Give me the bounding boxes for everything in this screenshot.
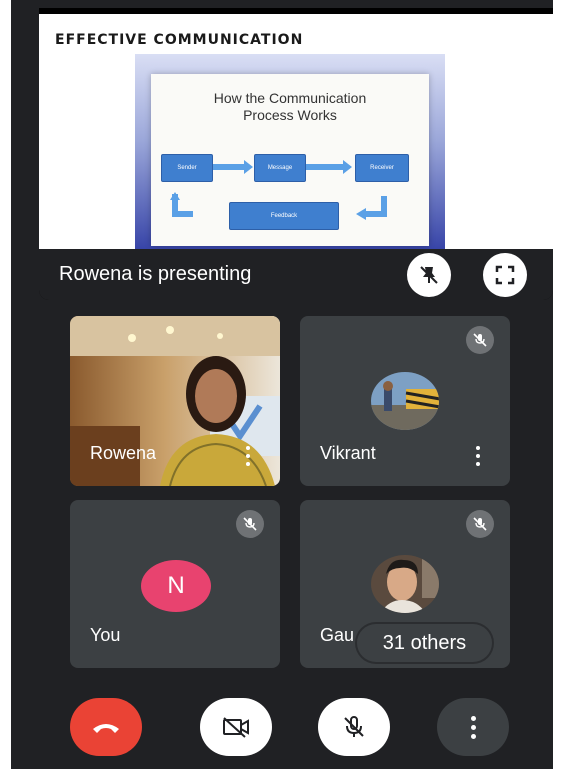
mic-off-badge: [466, 510, 494, 538]
arrow-head-1: [244, 160, 253, 174]
presentation-card[interactable]: EFFECTIVE COMMUNICATION How the Communic…: [39, 8, 553, 300]
feedback-arrow-right-icon: [356, 196, 387, 220]
mic-off-icon: [473, 333, 487, 347]
arrow-message-receiver: [306, 164, 344, 170]
vikrant-avatar: [371, 372, 439, 430]
receiver-box: Receiver: [355, 154, 409, 182]
slide-title: How the Communication Process Works: [151, 90, 429, 124]
participant-tile-you[interactable]: N You: [70, 500, 280, 668]
feedback-box: Feedback: [229, 202, 339, 230]
participant-name: Vikrant: [320, 443, 376, 463]
slide-title-line1: How the Communication: [213, 90, 367, 106]
shared-slide: EFFECTIVE COMMUNICATION How the Communic…: [39, 14, 553, 249]
presenting-bar: Rowena is presenting: [39, 249, 553, 300]
unpin-button[interactable]: [407, 253, 451, 297]
participant-name: You: [90, 625, 121, 645]
fullscreen-icon: [495, 265, 515, 285]
mic-off-badge: [466, 326, 494, 354]
more-options-icon[interactable]: [476, 446, 480, 466]
more-vertical-icon: [470, 715, 476, 739]
others-count-badge[interactable]: 31 others: [357, 624, 492, 662]
slide-title-line2: Process Works: [243, 107, 337, 123]
sender-box: Sender: [161, 154, 213, 182]
gaurav-avatar: [371, 555, 439, 613]
pin-off-icon: [420, 266, 438, 284]
mic-off-icon: [473, 517, 487, 531]
arrow-head-2: [343, 160, 352, 174]
feedback-arrow-left-icon: [170, 192, 193, 217]
end-call-button[interactable]: [70, 698, 142, 756]
slide-header: EFFECTIVE COMMUNICATION: [55, 32, 304, 48]
mic-off-icon: [243, 517, 257, 531]
presenting-label: Rowena is presenting: [59, 263, 252, 285]
participant-name: Gau: [320, 625, 355, 645]
avatar: N: [141, 560, 211, 612]
meeting-screen: EFFECTIVE COMMUNICATION How the Communic…: [11, 0, 553, 769]
fullscreen-button[interactable]: [483, 253, 527, 297]
mic-off-icon: [344, 716, 364, 737]
participant-tile-vikrant[interactable]: Vikrant: [300, 316, 510, 486]
camera-toggle-button[interactable]: [200, 698, 272, 756]
slide-frame: How the Communication Process Works Send…: [135, 54, 445, 249]
participant-name: Rowena: [90, 443, 157, 463]
arrow-sender-message: [213, 164, 245, 170]
phone-hangup-icon: [93, 724, 119, 733]
camera-off-icon: [223, 717, 249, 738]
mic-toggle-button[interactable]: [318, 698, 390, 756]
more-options-icon[interactable]: [246, 446, 250, 466]
participant-tile-rowena[interactable]: Rowena: [70, 316, 280, 486]
mic-off-badge: [236, 510, 264, 538]
slide-content: How the Communication Process Works Send…: [151, 74, 429, 246]
message-box: Message: [254, 154, 306, 182]
more-options-button[interactable]: [437, 698, 509, 756]
